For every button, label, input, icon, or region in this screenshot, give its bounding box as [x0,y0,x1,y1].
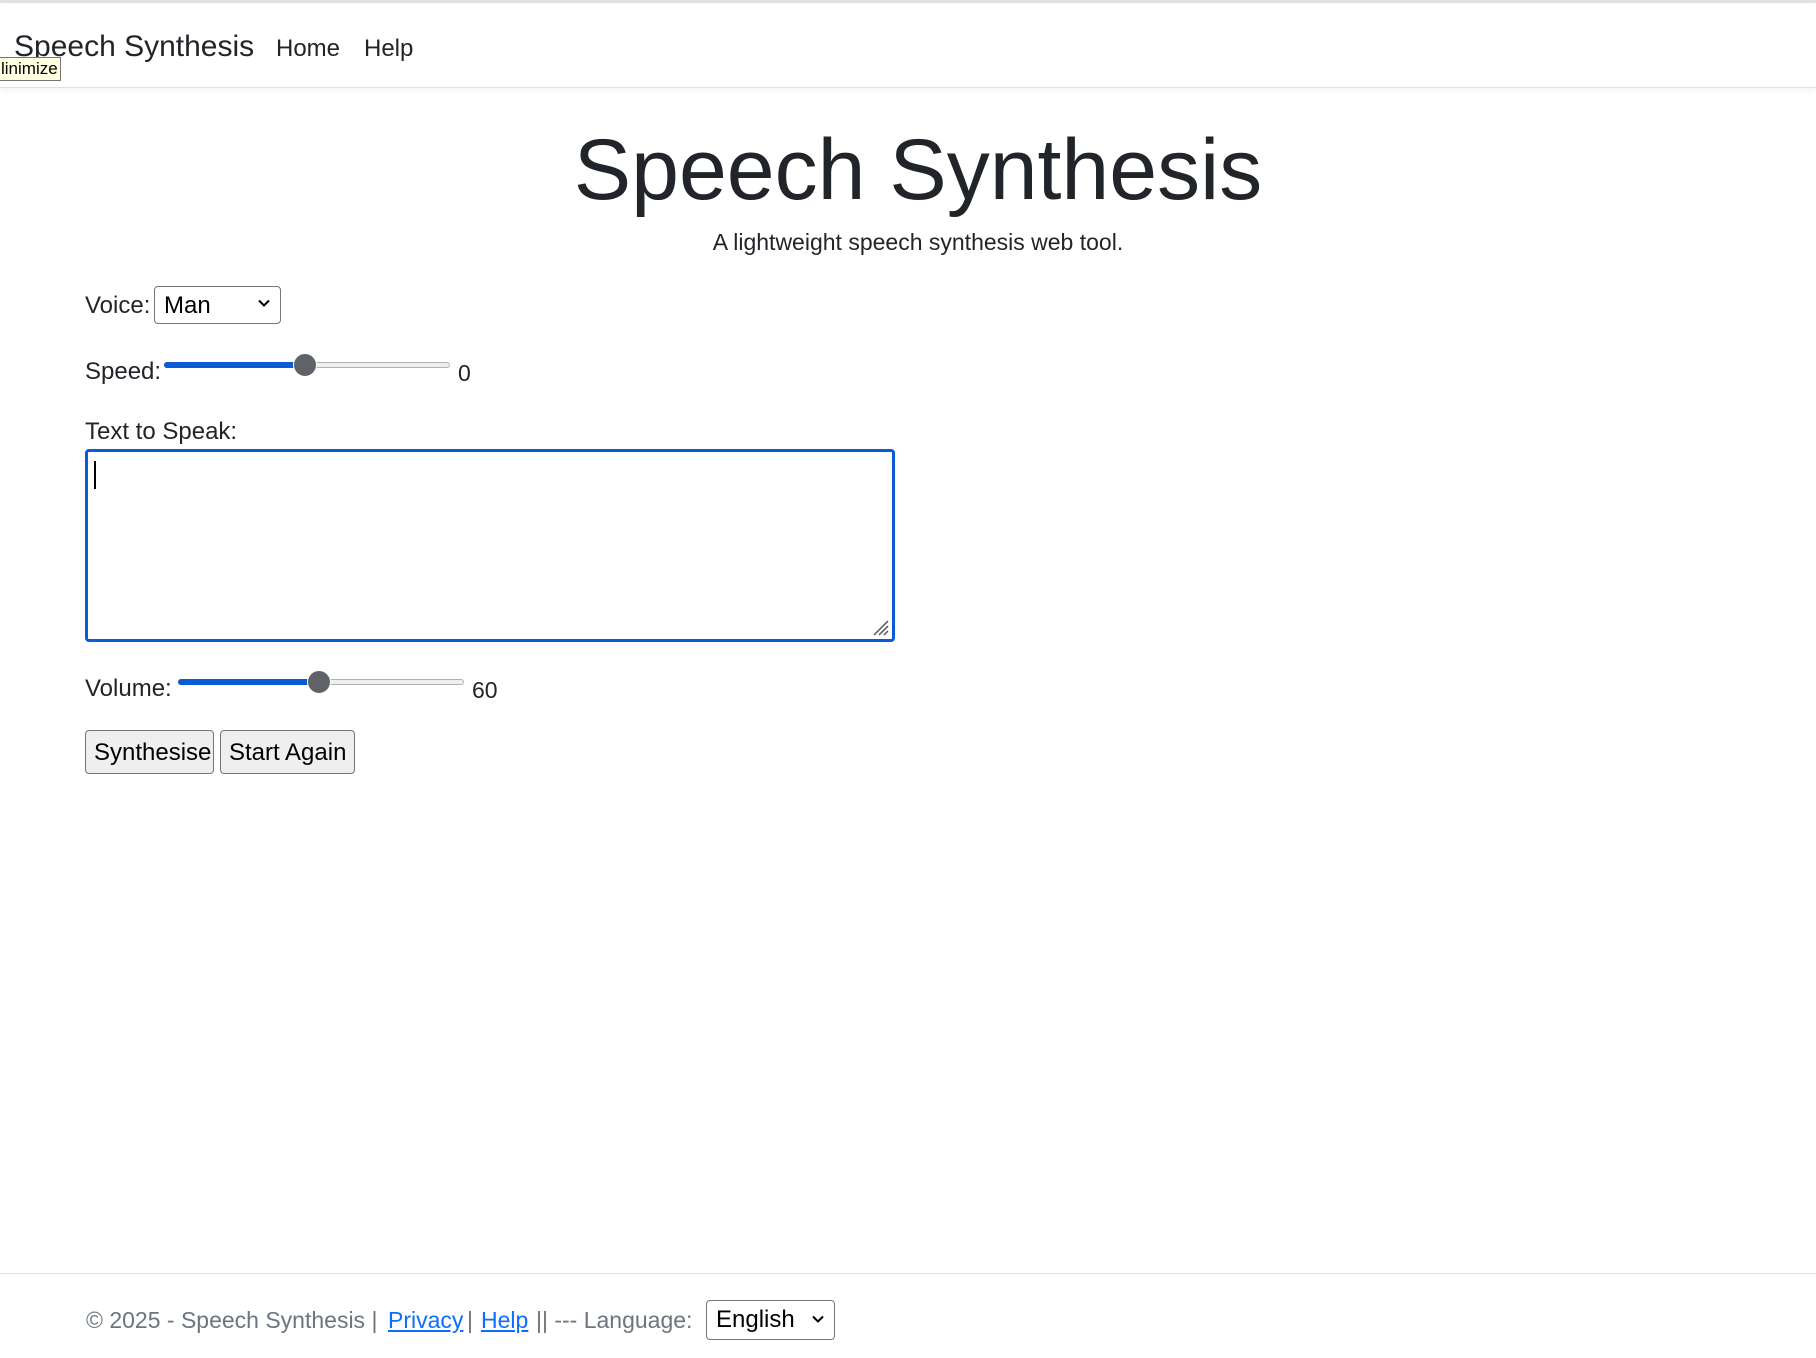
nav-help-link[interactable]: Help [364,35,413,63]
footer-help-link[interactable]: Help [481,1307,528,1334]
speed-label: Speed: [85,358,162,385]
chevron-down-icon [258,299,270,307]
start-again-button[interactable]: Start Again [220,730,355,774]
footer-separator: | [467,1307,473,1333]
volume-label: Volume: [85,675,172,702]
navbar: Speech Synthesis Home Help [0,3,1816,88]
speed-slider-fill [164,362,305,368]
privacy-link[interactable]: Privacy [388,1307,463,1334]
voice-label: Voice: [85,292,151,319]
chevron-down-icon [812,1315,824,1323]
footer-language-label: || --- Language: [536,1307,693,1333]
text-to-speak-input[interactable] [85,449,895,642]
nav-home-link[interactable]: Home [276,35,340,63]
volume-value: 60 [472,677,498,703]
synthesise-button[interactable]: Synthesise [85,730,214,774]
resize-grip-icon[interactable] [869,616,889,636]
page-subtitle: A lightweight speech synthesis web tool. [712,229,1124,255]
footer: © 2025 - Speech Synthesis | Privacy | He… [0,1273,1816,1358]
footer-copyright: © 2025 - Speech Synthesis | [86,1307,378,1333]
tooltip: linimize [0,57,61,81]
language-select-value: English [716,1306,795,1333]
text-caret [94,461,96,489]
page-title: Speech Synthesis [573,122,1263,218]
speed-slider[interactable] [164,351,450,381]
voice-select[interactable]: Man [154,286,281,324]
text-to-speak-label: Text to Speak: [85,418,238,445]
speed-slider-thumb[interactable] [293,353,317,377]
voice-select-value: Man [164,292,211,319]
speed-value: 0 [458,360,471,386]
volume-slider-fill [178,679,319,685]
volume-slider-thumb[interactable] [307,670,331,694]
language-select[interactable]: English [706,1300,835,1340]
volume-slider[interactable] [178,668,464,698]
